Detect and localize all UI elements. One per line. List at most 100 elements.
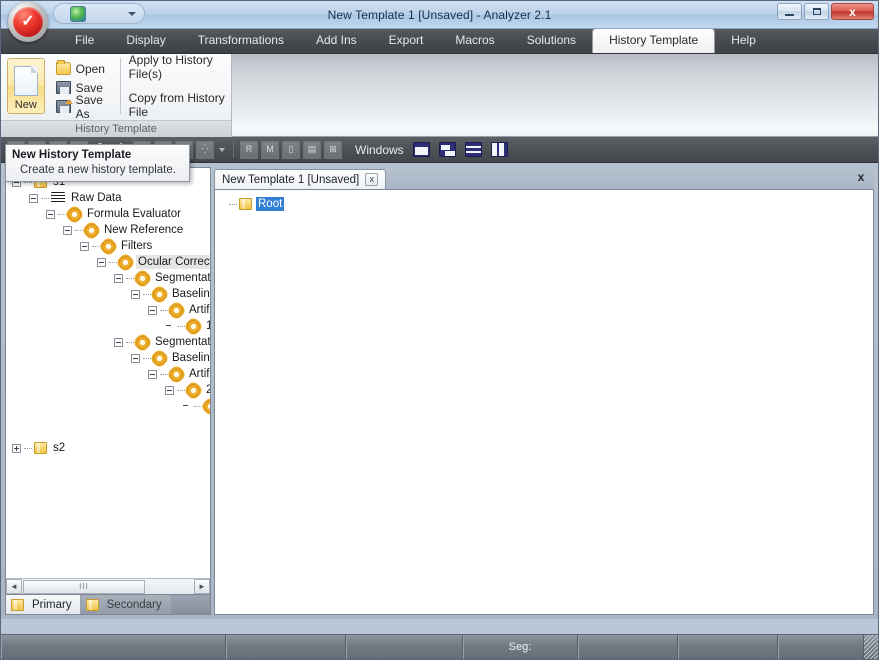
close-icon[interactable]: x	[365, 173, 379, 186]
open-button[interactable]: Open	[52, 60, 113, 77]
tree-node-label[interactable]: Ocular Correction	[136, 255, 210, 269]
tree-node[interactable]: 1	[6, 318, 210, 334]
folder-icon	[239, 198, 252, 210]
tree-node[interactable]: Artifact	[6, 366, 210, 382]
tree-connector	[41, 197, 49, 199]
save-as-button[interactable]: Save As	[52, 93, 113, 121]
tree-node[interactable]: Baseline	[6, 286, 210, 302]
menu-item-macros[interactable]: Macros	[439, 28, 510, 53]
collapse-node-icon[interactable]	[29, 193, 38, 203]
new-button[interactable]: New	[7, 58, 45, 114]
tree-node-label[interactable]: 2	[204, 383, 210, 397]
app-menu-orb-button[interactable]: ✓	[8, 2, 48, 42]
tree-node-label[interactable]: Filters	[119, 239, 154, 253]
tree-node[interactable]: Filters	[6, 238, 210, 254]
tree-node-label[interactable]: Segmentation	[153, 335, 210, 349]
collapse-node-icon[interactable]	[97, 257, 106, 267]
tree-node[interactable]: Baseline	[6, 350, 210, 366]
tree-connector	[126, 341, 134, 343]
tree-node[interactable]: Raw Data	[6, 190, 210, 206]
panel-close-icon[interactable]: x	[854, 170, 868, 184]
tree-node[interactable]	[6, 398, 210, 414]
grid-icon[interactable]: ⊞	[324, 140, 342, 159]
list-item[interactable]: Root	[227, 196, 873, 212]
chevron-down-icon[interactable]	[128, 11, 136, 16]
collapse-node-icon[interactable]	[148, 369, 157, 379]
menu-item-history-template[interactable]: History Template	[592, 28, 716, 53]
menu-item-transformations[interactable]: Transformations	[182, 28, 300, 53]
tree-node-label[interactable]: 1	[204, 319, 210, 333]
tile-horizontal-icon[interactable]	[464, 142, 482, 157]
collapse-node-icon[interactable]	[114, 273, 123, 283]
menu-item-file[interactable]: File	[59, 28, 110, 53]
scroll-thumb[interactable]: III	[23, 579, 145, 594]
tree-node-label[interactable]: New Reference	[102, 223, 185, 237]
expand-node-icon[interactable]	[12, 443, 21, 453]
tree-node[interactable]: Artifact	[6, 302, 210, 318]
collapse-node-icon[interactable]	[114, 337, 123, 347]
copy-icon[interactable]: ▯	[282, 140, 300, 159]
cascade-icon[interactable]	[412, 142, 430, 157]
close-button[interactable]: x	[831, 3, 874, 20]
tile-overlap-icon[interactable]	[438, 142, 456, 157]
menu-item-help[interactable]: Help	[715, 28, 772, 53]
gear-icon	[102, 239, 115, 253]
root-node-label[interactable]: Root	[256, 197, 285, 211]
tree-node-label[interactable]: Segmentation	[153, 271, 210, 285]
document-tab[interactable]: New Template 1 [Unsaved] x	[214, 169, 387, 189]
tree-connector	[126, 277, 134, 279]
menu-item-export[interactable]: Export	[373, 28, 440, 53]
resize-grip-icon[interactable]	[864, 635, 878, 659]
tree-node[interactable]: 2	[6, 382, 210, 398]
tree-node[interactable]: Ocular Correction	[6, 254, 210, 270]
checkmark-orb-icon: ✓	[13, 7, 43, 37]
tree-node[interactable]: Formula Evaluator	[6, 206, 210, 222]
tree-node[interactable]: s2	[6, 440, 210, 456]
globe-icon[interactable]	[70, 5, 86, 22]
tree-node[interactable]: Segmentation	[6, 334, 210, 350]
tree-node[interactable]: New Reference	[6, 222, 210, 238]
tree-node-label[interactable]: Baseline	[170, 287, 210, 301]
minimize-button[interactable]	[777, 3, 802, 20]
tile-vertical-icon[interactable]	[490, 142, 508, 157]
collapse-node-icon[interactable]	[46, 209, 55, 219]
horizontal-scrollbar[interactable]: ◄ III ►	[6, 578, 210, 594]
paste-icon[interactable]: ▤	[303, 140, 321, 159]
scroll-left-button[interactable]: ◄	[6, 579, 22, 594]
collapse-node-icon[interactable]	[80, 241, 89, 251]
chevron-down-icon[interactable]	[219, 147, 225, 152]
tree-connector	[24, 447, 32, 449]
collapse-node-icon[interactable]	[131, 289, 140, 299]
maximize-button[interactable]	[804, 3, 829, 20]
tree-node-label[interactable]: Artifact	[187, 367, 210, 381]
document-canvas[interactable]: Root	[214, 189, 874, 615]
tree-node[interactable]: Segmentation	[6, 270, 210, 286]
tree-node-label[interactable]: Artifact	[187, 303, 210, 317]
tree-node-label[interactable]: s2	[51, 441, 67, 455]
menu-item-display[interactable]: Display	[110, 28, 181, 53]
scroll-right-button[interactable]: ►	[194, 579, 210, 594]
markers-icon[interactable]: ⁛	[196, 140, 214, 159]
tab-primary-label: Primary	[32, 598, 72, 611]
status-cell	[778, 635, 864, 659]
tree-connector	[143, 357, 151, 359]
collapse-node-icon[interactable]	[131, 353, 140, 363]
history-tree[interactable]: s1 Raw Data Formula Evaluator New Reference…	[6, 168, 210, 578]
collapse-node-icon[interactable]	[63, 225, 72, 235]
copy-from-history-file-button[interactable]: Copy from History File	[129, 91, 231, 119]
collapse-node-icon[interactable]	[165, 385, 174, 395]
tree-connector	[177, 389, 185, 391]
reference-icon[interactable]: R	[240, 140, 258, 159]
menu-item-solutions[interactable]: Solutions	[511, 28, 592, 53]
collapse-node-icon[interactable]	[148, 305, 157, 315]
montage-icon[interactable]: M	[261, 140, 279, 159]
document-tab-row: New Template 1 [Unsaved] x x	[214, 167, 874, 189]
tab-primary[interactable]: Primary	[6, 595, 81, 614]
apply-to-history-files-button[interactable]: Apply to History File(s)	[129, 53, 231, 81]
menu-item-add-ins[interactable]: Add Ins	[300, 28, 373, 53]
tree-node-label[interactable]: Formula Evaluator	[85, 207, 183, 221]
tree-node-label[interactable]: Baseline	[170, 351, 210, 365]
tab-secondary[interactable]: Secondary	[80, 595, 171, 614]
menu-bar: File Display Transformations Add Ins Exp…	[1, 28, 878, 54]
tree-node-label[interactable]: Raw Data	[69, 191, 124, 205]
